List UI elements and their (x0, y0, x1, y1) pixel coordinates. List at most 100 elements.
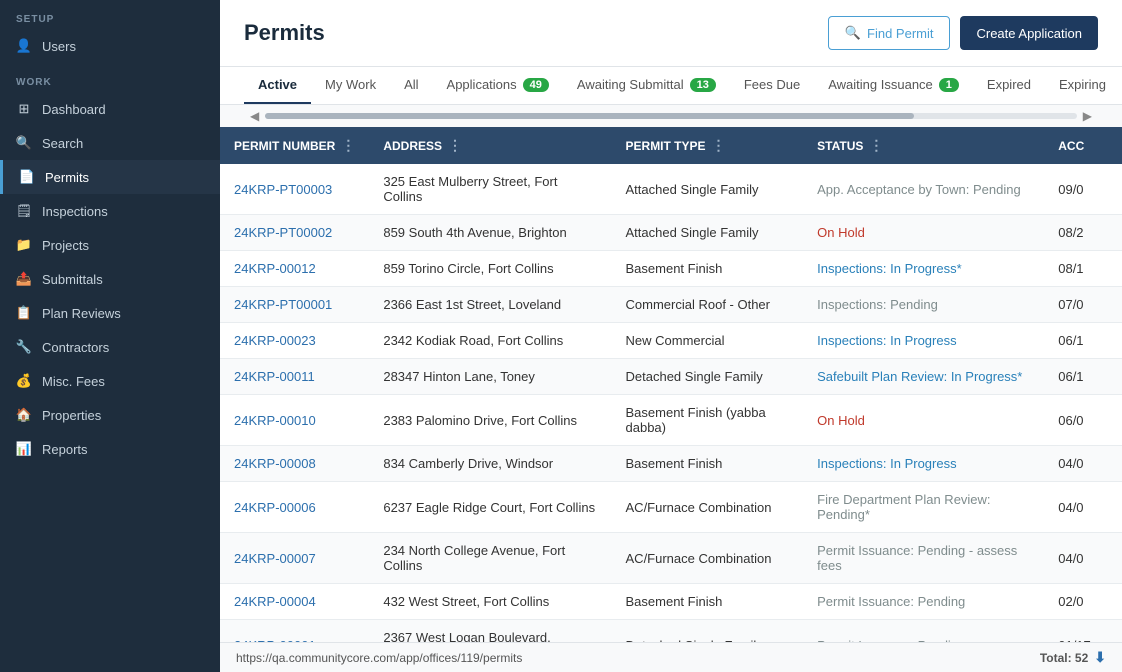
status-cell: Safebuilt Plan Review: In Progress* (803, 359, 1044, 395)
address-cell: 28347 Hinton Lane, Toney (369, 359, 611, 395)
permit-number-cell: 24KRP-00004 (220, 584, 369, 620)
permit-type-cell: Attached Single Family (612, 164, 804, 215)
permit-type-menu-icon[interactable]: ⋮ (712, 137, 726, 154)
permit-number-cell: 24KRP-00008 (220, 446, 369, 482)
permit-link[interactable]: 24KRP-PT00001 (234, 297, 332, 312)
address-cell: 2366 East 1st Street, Loveland (369, 287, 611, 323)
sidebar-item-misc-fees[interactable]: 💰 Misc. Fees (0, 364, 220, 398)
scroll-indicator: ◀ ▶ (220, 105, 1122, 127)
permit-link[interactable]: 24KRP-00010 (234, 413, 316, 428)
contractors-icon: 🔧 (16, 339, 32, 355)
tab-my-work[interactable]: My Work (311, 67, 390, 104)
scroll-track (265, 113, 1077, 119)
find-permit-button[interactable]: 🔍 Find Permit (828, 16, 951, 50)
table-body: 24KRP-PT00003 325 East Mulberry Street, F… (220, 164, 1122, 642)
sidebar-item-dashboard[interactable]: ⊞ Dashboard (0, 92, 220, 126)
main-content: Permits 🔍 Find Permit Create Application… (220, 0, 1122, 672)
sidebar: SETUP 👤 Users WORK ⊞ Dashboard 🔍 Search … (0, 0, 220, 672)
tab-fees-due[interactable]: Fees Due (730, 67, 814, 104)
permit-number-cell: 24KRP-00011 (220, 359, 369, 395)
tabs: ActiveMy WorkAllApplications49Awaiting S… (220, 67, 1122, 104)
acc-cell: 01/17 (1044, 620, 1122, 643)
status-cell: On Hold (803, 215, 1044, 251)
status-cell: App. Acceptance by Town: Pending (803, 164, 1044, 215)
address-cell: 2342 Kodiak Road, Fort Collins (369, 323, 611, 359)
permit-type-cell: Detached Single Family (612, 620, 804, 643)
address-cell: 6237 Eagle Ridge Court, Fort Collins (369, 482, 611, 533)
permit-link[interactable]: 24KRP-00007 (234, 551, 316, 566)
permit-link[interactable]: 24KRP-00008 (234, 456, 316, 471)
permit-type-cell: Attached Single Family (612, 215, 804, 251)
sidebar-item-label: Projects (42, 238, 89, 253)
table-row: 24KRP-00007234 North College Avenue, For… (220, 533, 1122, 584)
address-cell: 2367 West Logan Boulevard, Chicago (369, 620, 611, 643)
acc-cell: 04/0 (1044, 533, 1122, 584)
status-cell: Fire Department Plan Review: Pending* (803, 482, 1044, 533)
total-label: Total: 52 (1040, 651, 1088, 665)
permit-type-cell: AC/Furnace Combination (612, 533, 804, 584)
col-header-address: ADDRESS ⋮ (369, 127, 611, 164)
status-cell: Permit Issuance: Pending (803, 620, 1044, 643)
plan-reviews-icon: 📋 (16, 305, 32, 321)
permit-link[interactable]: 24KRP-00004 (234, 594, 316, 609)
create-application-button[interactable]: Create Application (960, 16, 1098, 50)
sidebar-item-label: Reports (42, 442, 88, 457)
table-row: 24KRP-00004432 West Street, Fort Collins… (220, 584, 1122, 620)
table-row: 24KRP-00006 6237 Eagle Ridge Court, Fort … (220, 482, 1122, 533)
permit-number-cell: 24KRP-00006 (220, 482, 369, 533)
sidebar-item-projects[interactable]: 📁 Projects (0, 228, 220, 262)
sidebar-item-users[interactable]: 👤 Users (0, 29, 220, 63)
tab-awaiting-issuance[interactable]: Awaiting Issuance1 (814, 67, 973, 104)
permit-type-cell: Basement Finish (612, 251, 804, 287)
table-row: 24KRP-00023 2342 Kodiak Road, Fort Collin… (220, 323, 1122, 359)
tab-expiring[interactable]: Expiring (1045, 67, 1120, 104)
tab-badge-awaiting-issuance: 1 (939, 78, 959, 92)
permit-link[interactable]: 24KRP-00006 (234, 500, 316, 515)
sidebar-item-label: Permits (45, 170, 89, 185)
scroll-right-arrow[interactable]: ▶ (1077, 109, 1098, 123)
col-header-status: STATUS ⋮ (803, 127, 1044, 164)
sidebar-item-properties[interactable]: 🏠 Properties (0, 398, 220, 432)
scroll-left-arrow[interactable]: ◀ (244, 109, 265, 123)
permits-table-container: PERMIT NUMBER ⋮ ADDRESS ⋮ PERMIT TYPE (220, 127, 1122, 642)
download-icon[interactable]: ⬇ (1094, 649, 1106, 666)
sidebar-item-inspections[interactable]: 🗒 Inspections (0, 194, 220, 228)
table-row: 24KRP-000012367 West Logan Boulevard, Ch… (220, 620, 1122, 643)
acc-cell: 06/0 (1044, 395, 1122, 446)
table-row: 24KRP-000102383 Palomino Drive, Fort Col… (220, 395, 1122, 446)
permit-link[interactable]: 24KRP-PT00002 (234, 225, 332, 240)
permit-link[interactable]: 24KRP-00012 (234, 261, 316, 276)
col-header-permit-type: PERMIT TYPE ⋮ (612, 127, 804, 164)
tab-all[interactable]: All (390, 67, 432, 104)
tab-awaiting-submittal[interactable]: Awaiting Submittal13 (563, 67, 730, 104)
acc-cell: 04/0 (1044, 482, 1122, 533)
permit-type-cell: Commercial Roof - Other (612, 287, 804, 323)
permit-number-cell: 24KRP-00012 (220, 251, 369, 287)
tab-active[interactable]: Active (244, 67, 311, 104)
misc-fees-icon: 💰 (16, 373, 32, 389)
status-cell: Permit Issuance: Pending - assess fees (803, 533, 1044, 584)
permit-link[interactable]: 24KRP-PT00003 (234, 182, 332, 197)
status-menu-icon[interactable]: ⋮ (869, 137, 883, 154)
status-cell: On Hold (803, 395, 1044, 446)
inspections-icon: 🗒 (16, 203, 32, 219)
sidebar-item-permits[interactable]: 📄 Permits (0, 160, 220, 194)
page-title: Permits (244, 20, 325, 46)
address-menu-icon[interactable]: ⋮ (448, 137, 462, 154)
sidebar-item-label: Search (42, 136, 83, 151)
tab-expired[interactable]: Expired (973, 67, 1045, 104)
sidebar-item-reports[interactable]: 📊 Reports (0, 432, 220, 466)
table-row: 24KRP-0001128347 Hinton Lane, ToneyDetac… (220, 359, 1122, 395)
permit-number-menu-icon[interactable]: ⋮ (341, 137, 355, 154)
address-cell: 325 East Mulberry Street, Fort Collins (369, 164, 611, 215)
sidebar-item-plan-reviews[interactable]: 📋 Plan Reviews (0, 296, 220, 330)
permit-link[interactable]: 24KRP-00011 (234, 369, 315, 384)
acc-cell: 07/0 (1044, 287, 1122, 323)
tab-applications[interactable]: Applications49 (433, 67, 563, 104)
sidebar-item-label: Contractors (42, 340, 109, 355)
sidebar-item-search[interactable]: 🔍 Search (0, 126, 220, 160)
sidebar-item-contractors[interactable]: 🔧 Contractors (0, 330, 220, 364)
sidebar-item-label: Dashboard (42, 102, 106, 117)
sidebar-item-submittals[interactable]: 📤 Submittals (0, 262, 220, 296)
permit-link[interactable]: 24KRP-00023 (234, 333, 316, 348)
